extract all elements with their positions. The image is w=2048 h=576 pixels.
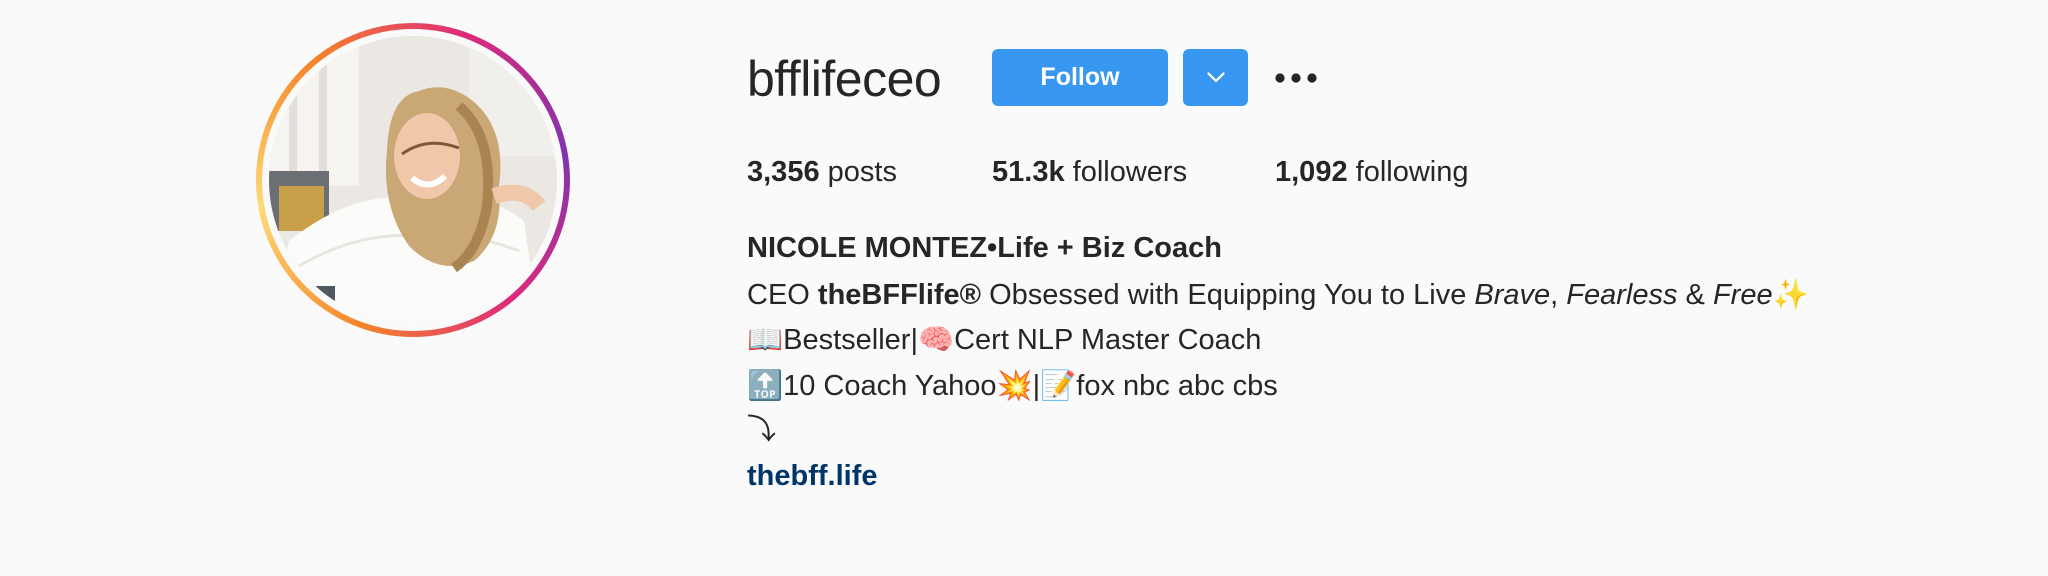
bio-italic-brave: Brave [1474,278,1551,311]
bio-text: Obsessed with Equipping You to Live [981,278,1475,311]
followers-stat[interactable]: 51.3k followers [992,150,1187,194]
bio-text: , [1550,278,1567,311]
username: bfflifeceo [747,51,942,107]
bio: NICOLE MONTEZ•Life + Biz Coach CEO theBF… [747,226,1809,499]
bio-text: Bestseller| [783,324,918,356]
brain-icon: 🧠 [917,322,955,356]
bio-italic-fearless: Fearless [1566,278,1678,311]
bio-text: 10 Coach Yahoo [783,369,997,402]
bio-text: Cert NLP Master Coach [954,324,1262,356]
bio-line-2: 📖Bestseller|🧠Cert NLP Master Coach [747,317,1809,363]
book-icon: 📖 [747,322,784,356]
following-label: following [1355,156,1469,188]
top-arrow-icon: 🔝 [747,367,784,402]
bio-italic-free: Free [1712,278,1773,311]
bio-line-1: CEO theBFFlife® Obsessed with Equipping … [747,272,1809,318]
bio-text: fox nbc abc cbs [1076,369,1278,402]
profile-photo [269,36,557,324]
chevron-down-icon [1206,72,1225,83]
story-ring[interactable] [256,23,570,337]
following-count: 1,092 [1275,156,1348,188]
memo-icon: 📝 [1040,367,1077,402]
following-stat[interactable]: 1,092 following [1275,150,1468,194]
more-options-button[interactable] [1272,56,1320,100]
bio-line-3: 🔝10 Coach Yahoo💥|📝fox nbc abc cbs [747,363,1809,409]
collision-icon: 💥 [996,367,1033,402]
full-name: NICOLE MONTEZ•Life + Biz Coach [747,232,1222,264]
sparkles-icon: ✨ [1772,276,1809,311]
brand-name: theBFFlife® [817,278,982,311]
website-link[interactable]: thebff.life [747,460,878,492]
arrow-down-right-icon: ⤵ [747,414,777,446]
suggested-dropdown-button[interactable] [1183,49,1248,106]
avatar[interactable] [269,36,557,324]
posts-label: posts [827,156,897,188]
bio-text: CEO [747,278,818,311]
bio-text: & [1677,278,1713,311]
follow-button[interactable]: Follow [992,49,1168,106]
followers-label: followers [1072,156,1188,188]
followers-count: 51.3k [992,156,1065,188]
posts-stat: 3,356 posts [747,150,897,194]
more-options-icon [1275,73,1317,83]
profile-page: bfflifeceo Follow 3,356 posts 51.3k foll… [0,0,2048,576]
posts-count: 3,356 [747,156,820,188]
